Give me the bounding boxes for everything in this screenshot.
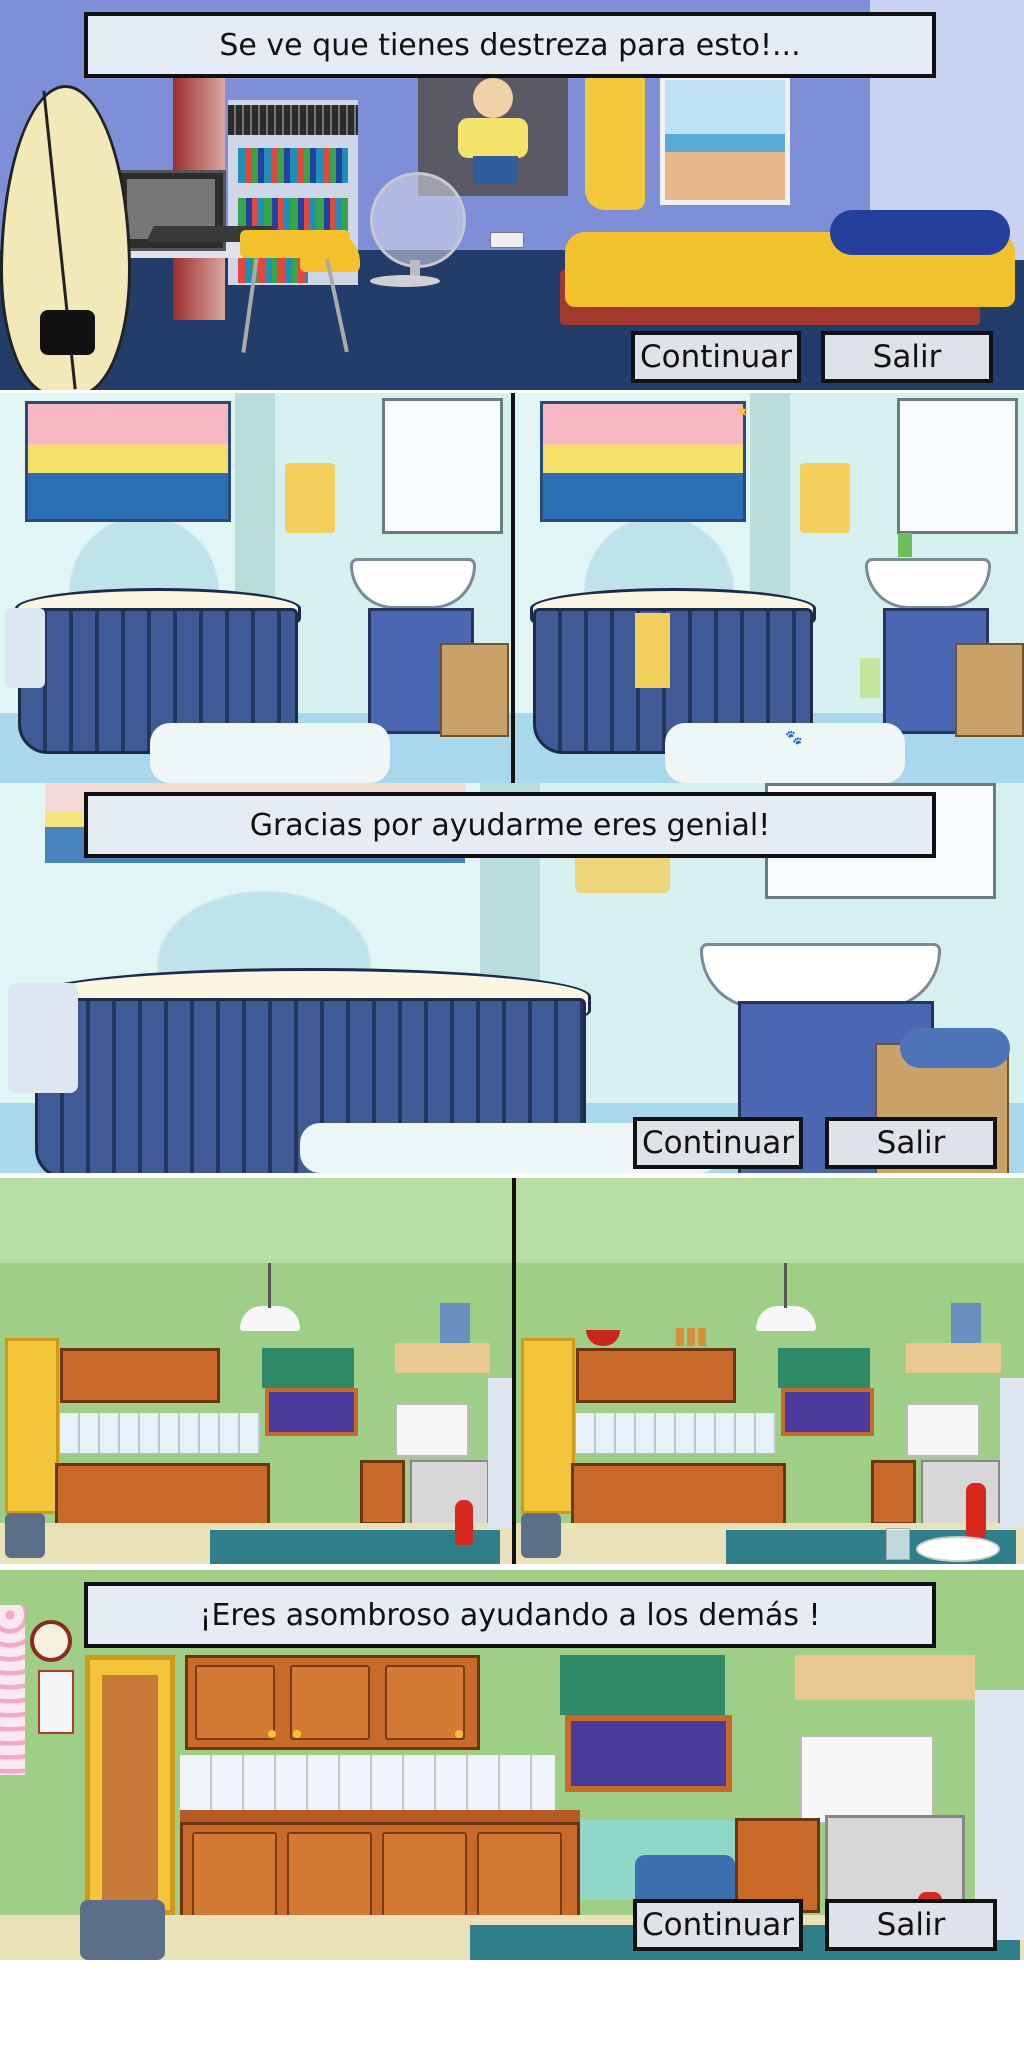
trash-can [80, 1900, 165, 1960]
curtain [585, 60, 645, 210]
laundry-basket [440, 643, 509, 737]
fridge [488, 1378, 512, 1528]
red-bowl [586, 1330, 620, 1346]
window-blind [778, 1348, 870, 1388]
kitchen-continue-button[interactable]: Continuar [633, 1899, 803, 1951]
window [660, 75, 790, 205]
upper-cabinets [60, 1348, 220, 1403]
bedroom-panel: Se ve que tienes destreza para esto!... … [0, 0, 1024, 390]
kitchen-exit-button[interactable]: Salir [825, 1899, 997, 1951]
toothbrush-cup [898, 533, 912, 557]
wall-clock [30, 1620, 72, 1662]
bedroom-continue-button[interactable]: Continuar [631, 331, 801, 383]
range-hood [395, 1343, 490, 1373]
range-hood [795, 1655, 975, 1700]
mirror [897, 398, 1018, 534]
beach-poster [25, 401, 231, 522]
ketchup-bottle [966, 1483, 986, 1538]
laundry-basket [955, 643, 1024, 737]
kitchen-window [565, 1715, 732, 1792]
green-bin [860, 658, 880, 698]
continue-label: Continuar [641, 1907, 795, 1943]
mirror [382, 398, 503, 534]
bathroom-continue-button[interactable]: Continuar [633, 1117, 803, 1169]
bathroom-compare-panel: ★ 🐾 [0, 393, 1024, 783]
backsplash [576, 1413, 776, 1453]
towel [800, 463, 850, 533]
kitchen-message-banner: ¡Eres asombroso ayudando a los demás ! [84, 1582, 936, 1648]
bath-mat [150, 723, 390, 783]
wall-calendar [38, 1670, 74, 1734]
bathroom-exit-button[interactable]: Salir [825, 1117, 997, 1169]
continue-label: Continuar [639, 339, 793, 375]
blue-blanket [830, 210, 1010, 255]
ketchup-bottle [455, 1500, 473, 1545]
exit-label: Salir [876, 1907, 946, 1943]
curtain [0, 1605, 25, 1775]
bedroom-exit-button[interactable]: Salir [821, 331, 993, 383]
sink [865, 558, 991, 609]
desk-fan [370, 172, 466, 268]
exit-label: Salir [876, 1125, 946, 1161]
bathroom-message-banner: Gracias por ayudarme eres genial! [84, 792, 936, 858]
kitchen-window [265, 1388, 358, 1436]
kitchen-scene-right[interactable] [516, 1178, 1024, 1564]
bathroom-message: Gracias por ayudarme eres genial! [249, 807, 771, 843]
star-icon: ★ [735, 401, 750, 420]
ceiling-lamp [240, 1306, 300, 1331]
bathroom-panel: Gracias por ayudarme eres genial! Contin… [0, 783, 1024, 1173]
upper-cabinets [576, 1348, 736, 1403]
bedroom-message: Se ve que tienes destreza para esto!... [219, 27, 801, 63]
bathroom-scene-left[interactable] [0, 393, 512, 783]
doorway [5, 1338, 59, 1514]
power-outlet [490, 232, 524, 248]
sink [350, 558, 476, 609]
window-blind [262, 1348, 354, 1388]
hanging-towel [635, 613, 670, 688]
stove [921, 1460, 1000, 1529]
paw-prints-icon: 🐾 [785, 730, 803, 746]
drinking-glass [886, 1528, 910, 1560]
sink [700, 943, 941, 1009]
lower-cabinets [571, 1463, 786, 1528]
beach-poster [540, 401, 746, 522]
kitchen-message: ¡Eres asombroso ayudando a los demás ! [199, 1597, 821, 1633]
backsplash [60, 1413, 260, 1453]
range-hood [906, 1343, 1001, 1373]
ceiling-lamp [756, 1306, 816, 1331]
countertop [180, 1810, 580, 1822]
trash-can [5, 1513, 45, 1558]
jars [676, 1328, 706, 1346]
doorway [85, 1655, 175, 1915]
kitchen-compare-panel [0, 1178, 1024, 1564]
window-blind [560, 1655, 725, 1715]
continue-label: Continuar [641, 1125, 795, 1161]
exit-label: Salir [872, 339, 942, 375]
kitchen-window [781, 1388, 874, 1436]
kitchen-panel: ¡Eres asombroso ayudando a los demás ! C… [0, 1570, 1024, 1960]
kitchen-scene-left[interactable] [0, 1178, 512, 1564]
bedroom-message-banner: Se ve que tienes destreza para esto!... [84, 12, 936, 78]
lower-cabinets [55, 1463, 270, 1528]
backsplash [180, 1755, 555, 1810]
trash-can [521, 1513, 561, 1558]
bathroom-scene-right[interactable]: ★ 🐾 [515, 393, 1024, 783]
stove [410, 1460, 489, 1529]
towel [285, 463, 335, 533]
fridge [1000, 1378, 1024, 1528]
food-plate [916, 1536, 1000, 1562]
